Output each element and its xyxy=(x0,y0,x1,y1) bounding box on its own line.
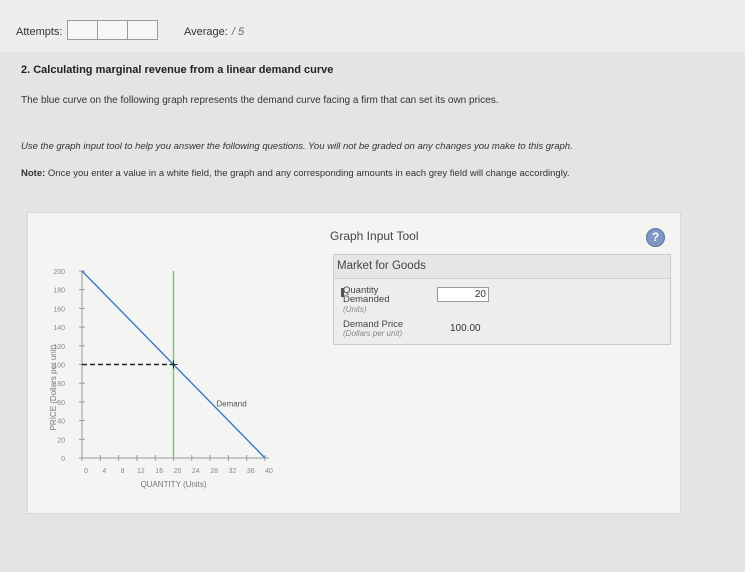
x-axis-label: QUANTITY (Units) xyxy=(140,480,206,489)
x-tick-label: 36 xyxy=(247,468,255,475)
help-icon[interactable]: ? xyxy=(646,228,665,247)
y-tick-label: 200 xyxy=(53,269,65,276)
y-tick-label: 20 xyxy=(57,437,65,444)
y-tick-label: 160 xyxy=(53,306,65,313)
price-value: 100.00 xyxy=(450,323,481,334)
y-tick-label: 40 xyxy=(57,419,65,426)
graph-input-tool-title: Graph Input Tool xyxy=(330,229,419,243)
price-units: (Dollars per unit) xyxy=(343,329,403,338)
quantity-label-line2: Demanded xyxy=(343,294,390,305)
y-tick-label: 0 xyxy=(61,456,65,463)
x-tick-label: 24 xyxy=(192,468,200,475)
x-tick-label: 16 xyxy=(155,468,163,475)
x-tick-label: 8 xyxy=(121,468,125,475)
y-axis-label: PRICE (Dollars per unit) xyxy=(49,344,58,430)
x-tick-label: 40 xyxy=(265,468,273,475)
y-tick-label: 140 xyxy=(53,325,65,332)
x-tick-label: 12 xyxy=(137,468,145,475)
market-title: Market for Goods xyxy=(337,260,426,272)
quantity-label: Quantity Demanded xyxy=(343,286,390,305)
x-tick-label: 4 xyxy=(102,468,106,475)
x-tick-label: 20 xyxy=(174,468,182,475)
tool-header: Market for Goods xyxy=(334,255,670,279)
quantity-input[interactable]: 20 xyxy=(437,287,489,302)
y-tick-label: 60 xyxy=(57,400,65,407)
y-tick-label: 80 xyxy=(57,381,65,388)
x-tick-label: 0 xyxy=(84,468,88,475)
demand-label: Demand xyxy=(216,399,246,408)
x-tick-label: 28 xyxy=(210,468,218,475)
x-tick-label: 32 xyxy=(229,468,237,475)
y-tick-label: 180 xyxy=(53,288,65,295)
quantity-units: (Units) xyxy=(343,305,367,314)
graph-input-tool: Market for Goods Quantity Demanded (Unit… xyxy=(333,254,671,345)
